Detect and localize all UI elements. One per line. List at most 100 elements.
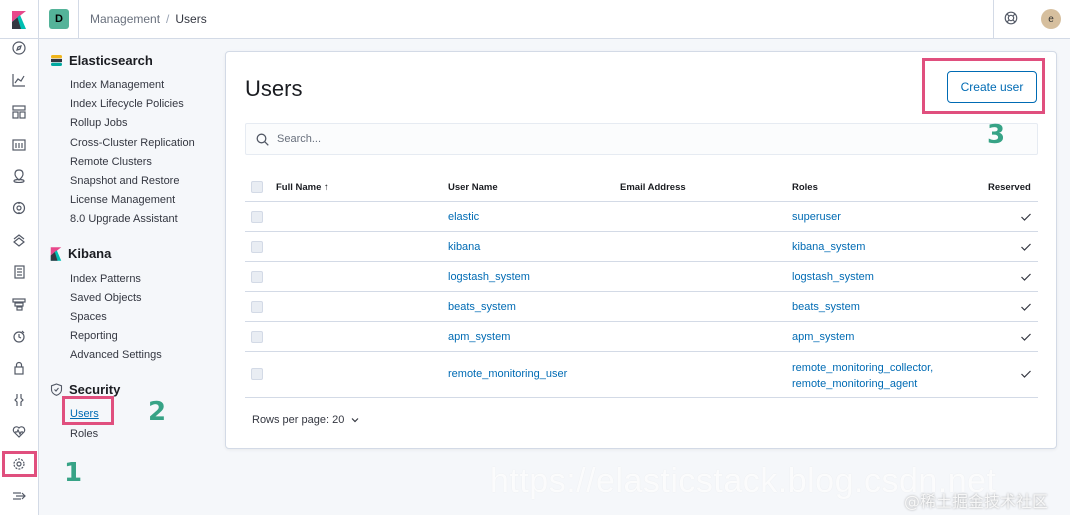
kibana-logo[interactable] [0, 0, 39, 39]
help-icon[interactable] [1003, 10, 1021, 28]
sidebar-item-upgrade-assistant[interactable]: 8.0 Upgrade Assistant [70, 210, 220, 229]
ml-icon[interactable] [10, 199, 28, 217]
role-link[interactable]: remote_monitoring_agent [792, 376, 933, 392]
management-sidebar: Elasticsearch Index Management Index Lif… [50, 50, 220, 444]
row-checkbox[interactable] [251, 368, 263, 380]
sidebar-item-reporting[interactable]: Reporting [70, 327, 220, 346]
user-name-link[interactable]: remote_monitoring_user [448, 368, 567, 380]
row-checkbox[interactable] [251, 271, 263, 283]
user-name-link[interactable]: apm_system [448, 331, 510, 343]
row-checkbox[interactable] [251, 241, 263, 253]
sidebar-item-advanced-settings[interactable]: Advanced Settings [70, 346, 220, 365]
role-link[interactable]: kibana_system [792, 241, 865, 253]
page-title: Users [245, 76, 303, 101]
column-user-name[interactable]: User Name [448, 182, 498, 193]
sidebar-item-ccr[interactable]: Cross-Cluster Replication [70, 134, 220, 153]
user-name-link[interactable]: kibana [448, 241, 480, 253]
check-icon [1021, 370, 1031, 378]
step-number-2: 2 [148, 397, 167, 427]
role-link[interactable]: superuser [792, 211, 841, 223]
user-avatar[interactable]: e [1041, 9, 1061, 29]
sidebar-item-roles[interactable]: Roles [70, 425, 220, 444]
role-link[interactable]: beats_system [792, 301, 860, 313]
management-icon[interactable] [10, 455, 28, 473]
header-divider [993, 0, 994, 39]
siem-icon[interactable] [10, 359, 28, 377]
section-kibana: Kibana Index Patterns Saved Objects Spac… [50, 244, 220, 366]
check-icon [1021, 213, 1031, 221]
uptime-icon[interactable] [10, 327, 28, 345]
role-link[interactable]: apm_system [792, 331, 854, 343]
table-row: beats_system beats_system [245, 292, 1038, 322]
row-checkbox[interactable] [251, 331, 263, 343]
table-row: remote_monitoring_user remote_monitoring… [245, 352, 1038, 398]
row-checkbox[interactable] [251, 211, 263, 223]
sidebar-item-remote-clusters[interactable]: Remote Clusters [70, 153, 220, 172]
user-name-link[interactable]: elastic [448, 211, 479, 223]
watermark-site: @稀土掘金技术社区 [904, 492, 1049, 511]
monitoring-icon[interactable] [10, 423, 28, 441]
column-full-name[interactable]: Full Name ↑ [276, 182, 329, 193]
rows-per-page-button[interactable]: Rows per page: 20 [252, 414, 360, 426]
chart-icon[interactable] [10, 71, 28, 89]
sidebar-item-saved-objects[interactable]: Saved Objects [70, 289, 220, 308]
space-avatar[interactable]: D [49, 9, 69, 29]
users-panel: Users Create user Full Name ↑ User Name … [225, 51, 1057, 449]
sidebar-item-spaces[interactable]: Spaces [70, 308, 220, 327]
section-title: Elasticsearch [69, 52, 153, 68]
table-row: logstash_system logstash_system [245, 262, 1038, 292]
search-input[interactable] [277, 133, 977, 145]
logs-icon[interactable] [10, 263, 28, 281]
step-number-3: 3 [987, 120, 1006, 150]
sidebar-item-index-lifecycle-policies[interactable]: Index Lifecycle Policies [70, 95, 220, 114]
sidebar-item-license-management[interactable]: License Management [70, 191, 220, 210]
column-email[interactable]: Email Address [620, 182, 686, 193]
header-divider [78, 0, 79, 39]
sidebar-item-users[interactable]: Users [70, 405, 220, 424]
shield-icon [50, 383, 63, 396]
sidebar-item-label: Users [70, 408, 99, 421]
select-all-checkbox[interactable] [251, 181, 263, 193]
section-security: Security Users Roles [50, 379, 220, 443]
column-label: Full Name [276, 182, 322, 193]
sidebar-item-index-patterns[interactable]: Index Patterns [70, 270, 220, 289]
role-link[interactable]: logstash_system [792, 271, 874, 283]
search-icon [256, 133, 269, 146]
column-reserved: Reserved [988, 182, 1031, 193]
section-elasticsearch: Elasticsearch Index Management Index Lif… [50, 50, 220, 230]
compass-icon[interactable] [10, 39, 28, 57]
collapse-icon[interactable] [10, 487, 28, 505]
elasticsearch-icon [51, 54, 62, 66]
table-header: Full Name ↑ User Name Email Address Role… [245, 172, 1038, 202]
create-user-button[interactable]: Create user [947, 71, 1037, 103]
sidebar-item-snapshot-restore[interactable]: Snapshot and Restore [70, 172, 220, 191]
dashboard-icon[interactable] [10, 103, 28, 121]
section-title: Security [69, 381, 121, 397]
breadcrumb-management[interactable]: Management [90, 12, 160, 26]
check-icon [1021, 333, 1031, 341]
table-row: apm_system apm_system [245, 322, 1038, 352]
sidebar-item-index-management[interactable]: Index Management [70, 76, 220, 95]
rows-per-page-label: Rows per page: 20 [252, 414, 345, 426]
breadcrumb-separator: / [166, 12, 170, 26]
check-icon [1021, 243, 1031, 251]
sidebar-item-rollup-jobs[interactable]: Rollup Jobs [70, 114, 220, 133]
user-name-link[interactable]: logstash_system [448, 271, 530, 283]
breadcrumb: Management / Users [90, 12, 207, 26]
map-icon[interactable] [10, 167, 28, 185]
sort-ascending-icon: ↑ [324, 182, 329, 193]
user-name-link[interactable]: beats_system [448, 301, 516, 313]
search-bar [245, 123, 1038, 155]
roles-cell: remote_monitoring_collector, remote_moni… [792, 360, 933, 392]
breadcrumb-users: Users [175, 12, 207, 26]
step-number-1: 1 [64, 458, 83, 488]
apm-icon[interactable] [10, 295, 28, 313]
column-roles: Roles [792, 182, 818, 193]
devtools-icon[interactable] [10, 391, 28, 409]
kibana-logo-icon [12, 10, 26, 29]
role-link[interactable]: remote_monitoring_collector, [792, 360, 933, 376]
row-checkbox[interactable] [251, 301, 263, 313]
infrastructure-icon[interactable] [10, 231, 28, 249]
header-bar: D Management / Users e [0, 0, 1070, 39]
canvas-icon[interactable] [10, 135, 28, 153]
